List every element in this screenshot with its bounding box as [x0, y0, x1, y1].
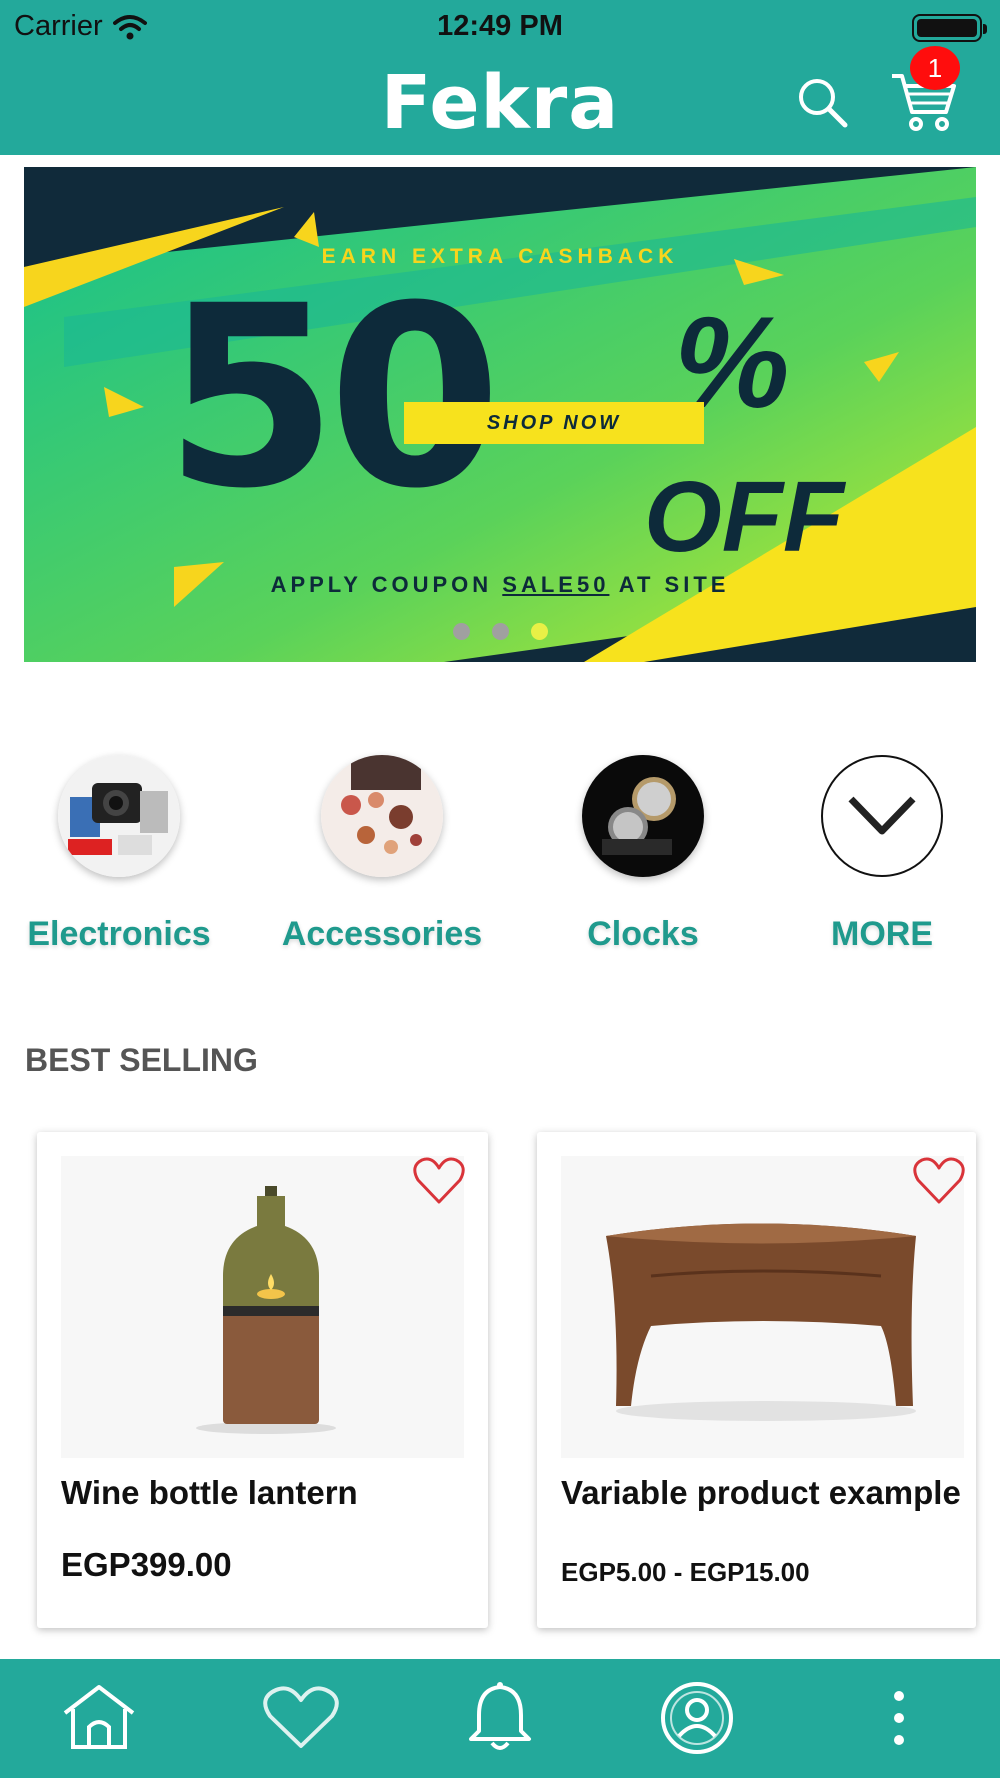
tab-notifications[interactable]	[455, 1673, 545, 1763]
clocks-image	[582, 755, 704, 877]
category-label: Electronics	[27, 915, 211, 953]
product-price: EGP399.00	[61, 1546, 232, 1583]
category-electronics[interactable]: Electronics	[9, 755, 229, 954]
product-name: Wine bottle lantern	[61, 1474, 358, 1511]
more-circle	[821, 755, 943, 877]
tab-home[interactable]	[54, 1673, 144, 1763]
electronics-image	[58, 755, 180, 877]
carousel-dot-active[interactable]	[530, 623, 548, 640]
product-name: Variable product example	[561, 1474, 961, 1511]
tab-more[interactable]	[854, 1673, 944, 1763]
profile-icon	[661, 1682, 733, 1754]
chevron-down-icon	[848, 796, 916, 835]
banner-coupon-text: APPLY COUPON SALE50 AT SITE	[24, 572, 976, 598]
coupon-code: SALE50	[502, 572, 610, 597]
product-image	[61, 1156, 464, 1458]
category-clocks[interactable]: Clocks	[533, 755, 753, 954]
home-icon	[63, 1685, 135, 1749]
category-label: Accessories	[281, 915, 483, 953]
carousel-dots	[24, 623, 976, 640]
shop-now-button[interactable]: SHOP NOW	[404, 402, 704, 444]
status-bar: Carrier 12:49 PM	[0, 8, 1000, 48]
status-time: 12:49 PM	[437, 10, 563, 42]
tab-profile[interactable]	[652, 1673, 742, 1763]
search-icon	[799, 79, 848, 128]
search-button[interactable]	[795, 75, 851, 131]
tab-favorites[interactable]	[256, 1673, 346, 1763]
bell-icon	[469, 1682, 531, 1750]
product-card[interactable]: Wine bottle lantern EGP399.00	[37, 1132, 488, 1628]
category-row: Electronics Accessories Clocks MORE	[0, 755, 1000, 965]
product-price: EGP5.00 - EGP15.00	[561, 1557, 810, 1587]
accessories-image	[321, 755, 443, 877]
category-accessories[interactable]: Accessories	[272, 755, 492, 954]
product-image	[561, 1156, 964, 1458]
heart-icon	[263, 1686, 339, 1748]
bottom-tab-bar	[0, 1659, 1000, 1778]
favorite-heart-icon[interactable]	[912, 1156, 966, 1206]
carousel-dot[interactable]	[491, 623, 509, 640]
product-card[interactable]: Variable product example EGP5.00 - EGP15…	[537, 1132, 976, 1628]
category-label: MORE	[831, 915, 933, 953]
banner-off: OFF	[644, 461, 844, 573]
category-more[interactable]: MORE	[772, 755, 992, 954]
category-label: Clocks	[587, 915, 699, 953]
promo-banner[interactable]: EARN EXTRA CASHBACK 50 % OFF SHOP NOW AP…	[24, 167, 976, 662]
coupon-pre: APPLY COUPON	[270, 572, 503, 597]
battery-icon	[912, 14, 987, 42]
cart-badge: 1	[910, 46, 960, 90]
best-selling-title: BEST SELLING	[25, 1042, 258, 1078]
banner-big-number: 50	[164, 252, 502, 543]
coupon-post: AT SITE	[609, 572, 730, 597]
more-vertical-icon	[894, 1691, 904, 1745]
carousel-dot[interactable]	[452, 623, 470, 640]
app-header: Carrier 12:49 PM Fekra 1	[0, 0, 1000, 155]
favorite-heart-icon[interactable]	[412, 1156, 466, 1206]
